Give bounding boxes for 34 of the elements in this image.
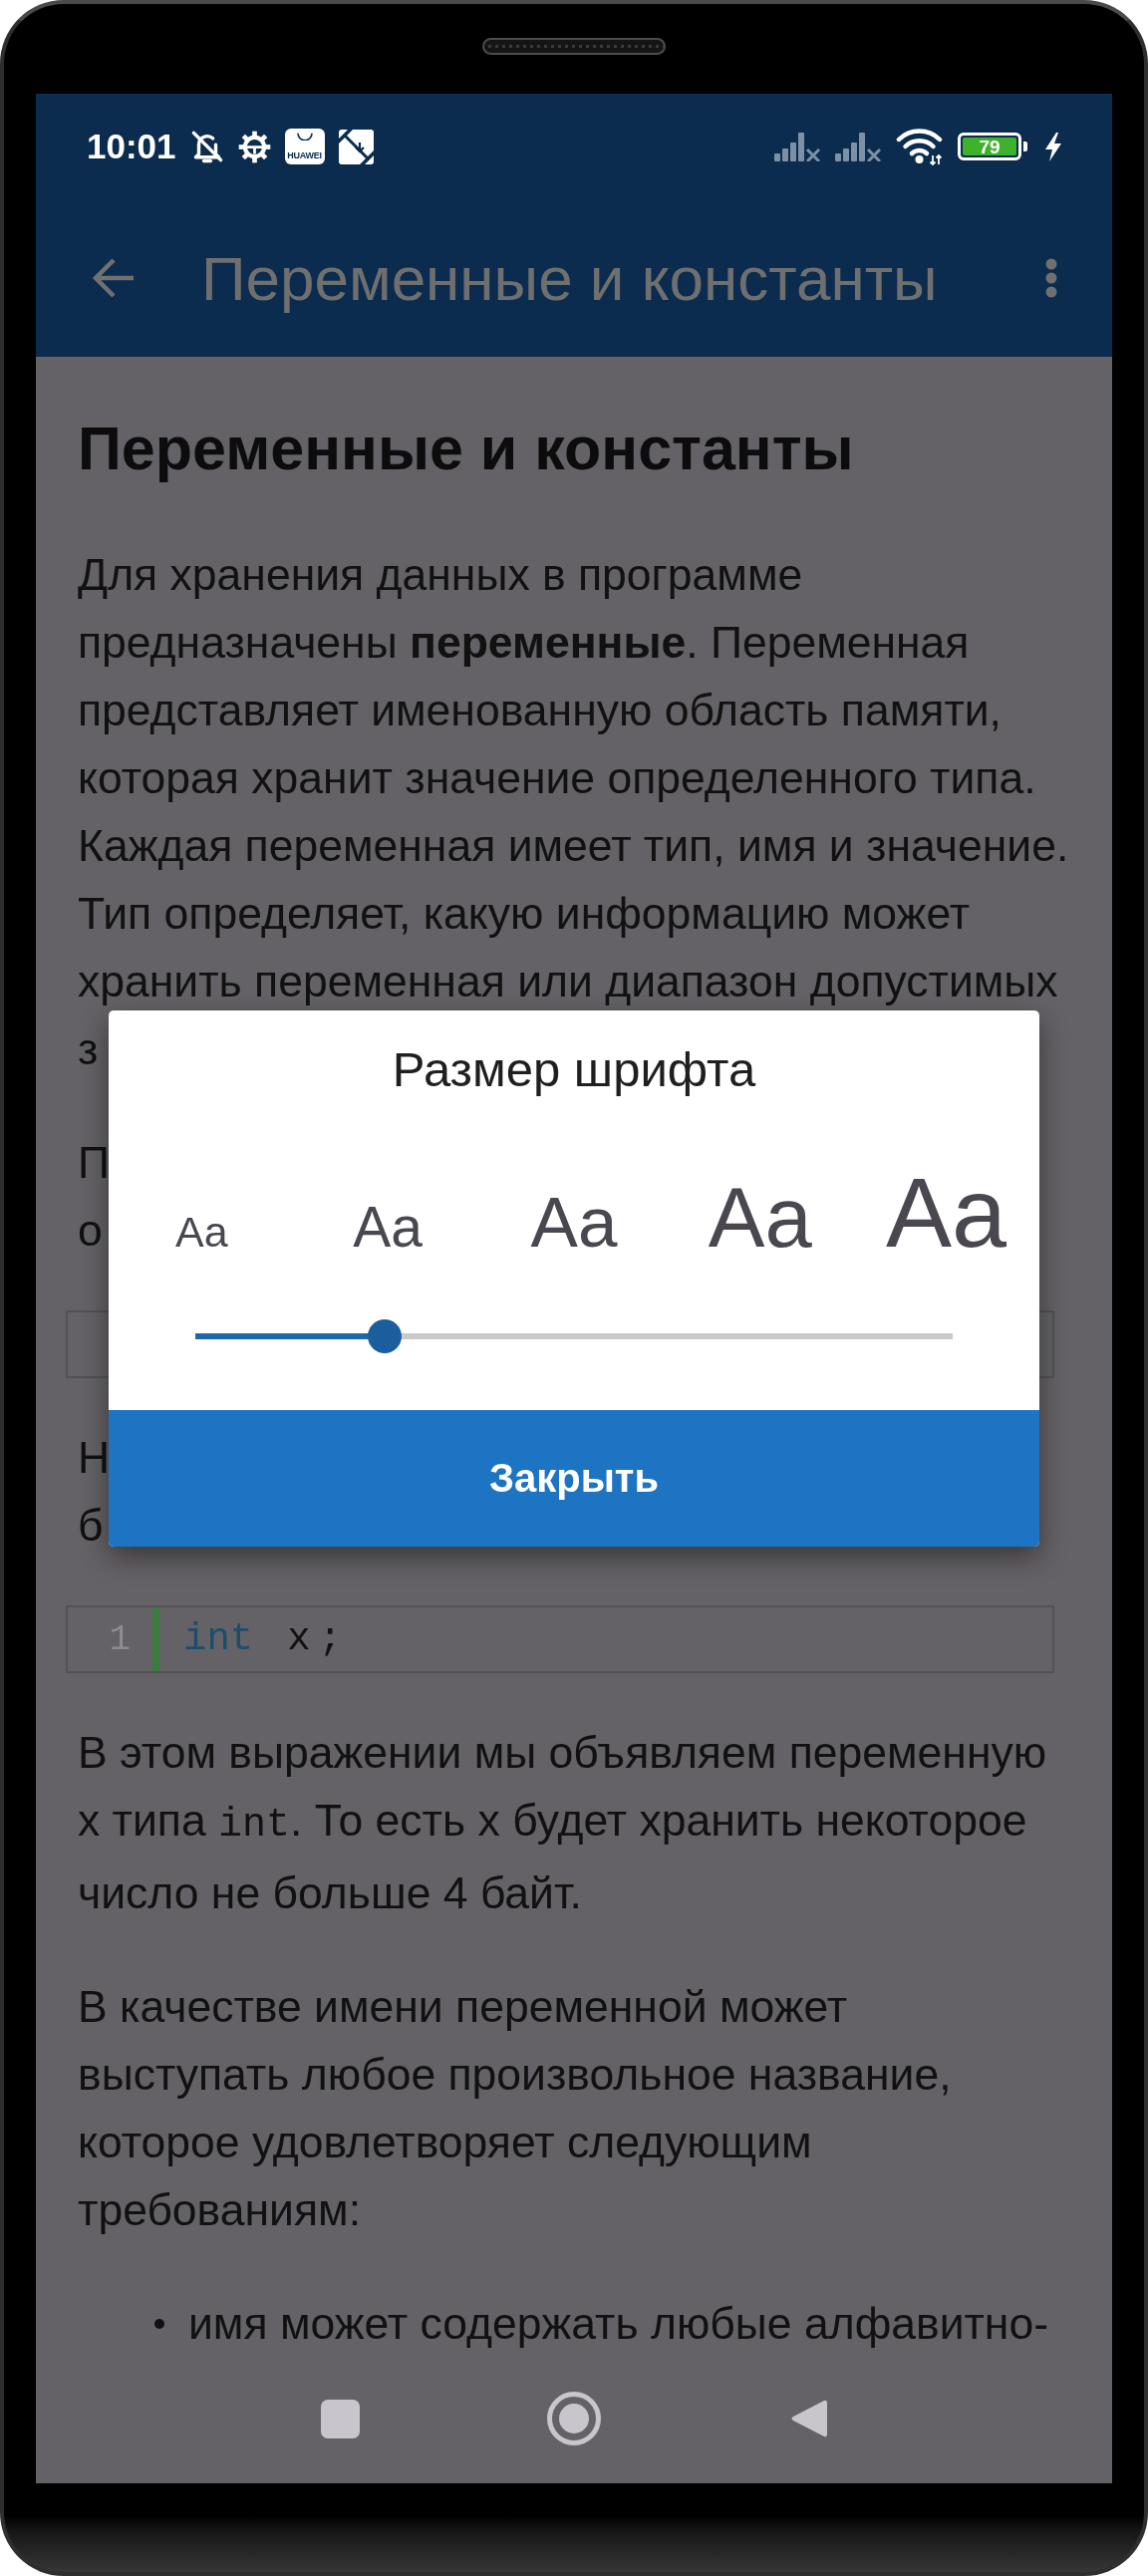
arrow-tile-icon <box>338 129 374 164</box>
wifi-icon <box>896 128 943 165</box>
text-fragment: з <box>78 1023 99 1075</box>
back-arrow-icon[interactable] <box>92 256 136 300</box>
bell-off-icon <box>189 130 224 163</box>
circle-icon[interactable] <box>547 2392 601 2445</box>
charging-bolt-icon <box>1043 132 1063 161</box>
font-size-sample: Aa <box>175 1211 228 1254</box>
slider-thumb[interactable] <box>368 1319 402 1353</box>
font-size-sample: Aa <box>530 1187 618 1258</box>
paragraph: В качестве имени переменной может выступать любое произвольное название, которое удовлетворяет следующим требованиям: <box>78 1981 952 2236</box>
dialog-title: Размер шрифта <box>392 1041 756 1097</box>
no-signal-icon <box>774 132 820 161</box>
paragraph: Н б <box>78 1432 111 1552</box>
gear-icon <box>237 130 271 163</box>
bullet-icon <box>154 2319 164 2329</box>
paragraph: В этом выражении мы объявляем переменную x типа int. То есть x будет хранить некоторое число не больше 4 байт. <box>78 1727 1047 1919</box>
app-tile-label: HUAWEI <box>287 150 322 160</box>
three-dots-menu-icon[interactable] <box>1045 258 1057 298</box>
code-line: int x; <box>152 1607 1052 1671</box>
font-size-sample: Aa <box>353 1199 424 1256</box>
no-signal-icon <box>835 132 881 161</box>
close-button[interactable]: Закрыть <box>109 1410 1039 1547</box>
font-size-sample: Aa <box>708 1175 812 1260</box>
paragraph: П о <box>78 1137 110 1257</box>
app-bar-title: Переменные и константы <box>201 242 939 314</box>
list-item-text: имя может содержать любые алфавитно- <box>188 2298 1048 2350</box>
triangle-back-icon[interactable] <box>789 2399 827 2438</box>
status-time: 10:01 <box>87 127 176 166</box>
square-icon[interactable] <box>320 2399 360 2438</box>
bag-handle-icon <box>296 133 313 141</box>
battery-percent: 79 <box>963 138 1016 155</box>
font-size-sample: Aa <box>886 1163 1007 1262</box>
article-heading: Переменные и константы <box>78 414 854 484</box>
